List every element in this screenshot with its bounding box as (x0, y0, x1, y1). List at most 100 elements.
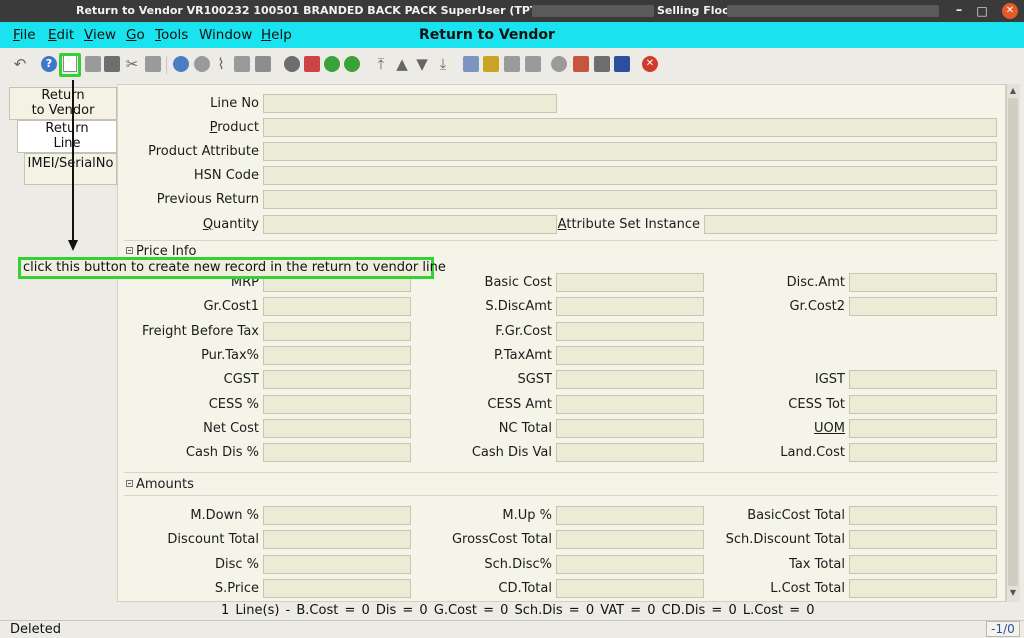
s-discamt-field[interactable] (556, 297, 704, 317)
freight-before-tax-label: Freight Before Tax (141, 323, 259, 339)
annotation-arrow-head (68, 240, 78, 251)
zoom-across-icon[interactable] (551, 56, 567, 72)
collapse-icon[interactable] (126, 247, 133, 254)
maximize-icon[interactable]: □ (973, 2, 991, 20)
land-cost-label: Land.Cost (780, 445, 845, 461)
disc-field[interactable] (263, 554, 411, 574)
last-record-icon[interactable]: ⤓ (435, 56, 451, 72)
cess-amt-field[interactable] (556, 394, 704, 414)
window-title-location: Selling Floor (657, 4, 736, 17)
grosscost-total-field[interactable] (556, 530, 704, 550)
help-icon[interactable]: ? (41, 56, 57, 72)
menu-help[interactable]: Help (261, 27, 292, 43)
attachment-icon[interactable]: ⌇ (213, 56, 229, 72)
cess-tot-field[interactable] (849, 394, 997, 414)
tab-return-to-vendor[interactable]: Return to Vendor (9, 87, 117, 120)
gr-cost1-field[interactable] (263, 297, 411, 317)
request-icon[interactable] (594, 56, 610, 72)
tab-label-line2: Line (53, 136, 81, 151)
f-gr-cost-field[interactable] (556, 321, 704, 341)
print-preview-icon[interactable] (525, 56, 541, 72)
igst-field[interactable] (849, 370, 997, 390)
basiccost-total-field[interactable] (849, 506, 997, 525)
detail-record-icon[interactable] (344, 56, 360, 72)
cgst-field[interactable] (263, 370, 411, 390)
cd-total-field[interactable] (556, 578, 704, 598)
end-icon[interactable]: ✕ (642, 56, 658, 72)
sch-disc-field[interactable] (556, 554, 704, 574)
s-price-field[interactable] (263, 578, 411, 598)
first-record-icon[interactable]: ⤒ (373, 56, 389, 72)
minimize-icon[interactable]: – (950, 2, 968, 20)
save-icon[interactable] (145, 56, 161, 72)
product-info-icon[interactable] (614, 56, 630, 72)
gr-cost2-field[interactable] (849, 297, 997, 317)
refresh-icon[interactable] (173, 56, 189, 72)
nc-total-field[interactable] (556, 418, 704, 438)
report-icon[interactable] (463, 56, 479, 72)
sch-discount-total-field[interactable] (849, 530, 997, 550)
line-no-field[interactable] (263, 94, 557, 113)
p-taxamt-field[interactable] (556, 345, 704, 365)
uom-field[interactable] (849, 418, 997, 438)
delete-icon[interactable] (104, 56, 120, 72)
cash-dis-val-label: Cash Dis Val (471, 445, 552, 461)
archive-icon[interactable] (483, 56, 499, 72)
delete-selection-icon[interactable]: ✂ (124, 56, 140, 72)
net-cost-field[interactable] (263, 418, 411, 438)
m-up-field[interactable] (556, 506, 704, 525)
scroll-down-icon[interactable]: ▼ (1008, 588, 1018, 598)
disc-amt-field[interactable] (849, 273, 997, 292)
toolbar: ↶ ? ✂ ⌇ ⤒ ▲ ▼ ⤓ ✕ (0, 48, 1024, 80)
collapse-icon[interactable] (126, 480, 133, 487)
menu-window[interactable]: Window (199, 27, 252, 43)
workflow-icon[interactable] (573, 56, 589, 72)
product-attribute-field[interactable] (263, 142, 997, 161)
freight-before-tax-field[interactable] (263, 321, 411, 341)
annotation-callout: click this button to create new record i… (18, 257, 446, 279)
gr-cost2-label: Gr.Cost2 (789, 299, 845, 315)
discount-total-label: Discount Total (167, 532, 259, 548)
next-record-icon[interactable]: ▼ (414, 56, 430, 72)
menu-edit[interactable]: Edit (48, 27, 74, 43)
attribute-set-instance-field[interactable] (704, 215, 997, 234)
pur-tax-field[interactable] (263, 345, 411, 365)
product-field[interactable] (263, 118, 997, 137)
find-icon[interactable] (194, 56, 210, 72)
scroll-thumb[interactable] (1008, 98, 1018, 586)
window-heading: Return to Vendor (419, 27, 555, 43)
tab-imei-serialno[interactable]: IMEI/SerialNo (24, 153, 117, 185)
menu-go[interactable]: Go (126, 27, 145, 43)
basic-cost-field[interactable] (556, 273, 704, 292)
amounts-section-header[interactable]: Amounts (126, 477, 194, 492)
menu-tools[interactable]: Tools (155, 27, 188, 43)
parent-record-icon[interactable] (324, 56, 340, 72)
menu-file[interactable]: File (13, 27, 36, 43)
copy-record-icon[interactable] (85, 56, 101, 72)
tax-total-field[interactable] (849, 554, 997, 574)
hsn-code-field[interactable] (263, 166, 997, 185)
window-close-icon[interactable]: ✕ (1002, 3, 1018, 19)
chat-icon[interactable] (234, 56, 250, 72)
menu-view[interactable]: View (84, 27, 116, 43)
quantity-field[interactable] (263, 215, 557, 234)
cgst-label: CGST (223, 372, 259, 388)
l-cost-total-field[interactable] (849, 578, 997, 598)
cash-dis-field[interactable] (263, 443, 411, 463)
print-icon[interactable] (504, 56, 520, 72)
record-indicator[interactable]: -1/0 (986, 621, 1020, 637)
history-icon[interactable] (255, 56, 271, 72)
cash-dis-val-field[interactable] (556, 443, 704, 463)
previous-return-field[interactable] (263, 190, 997, 209)
cess-field[interactable] (263, 394, 411, 414)
home-record-icon[interactable] (284, 56, 300, 72)
land-cost-field[interactable] (849, 443, 997, 463)
m-down-field[interactable] (263, 506, 411, 525)
previous-record-icon[interactable]: ▲ (394, 56, 410, 72)
sgst-field[interactable] (556, 370, 704, 390)
scroll-up-icon[interactable]: ▲ (1008, 86, 1018, 96)
tab-return-line[interactable]: Return Line (17, 120, 117, 153)
discount-total-field[interactable] (263, 530, 411, 550)
home-icon[interactable] (304, 56, 320, 72)
undo-icon[interactable]: ↶ (12, 56, 28, 72)
